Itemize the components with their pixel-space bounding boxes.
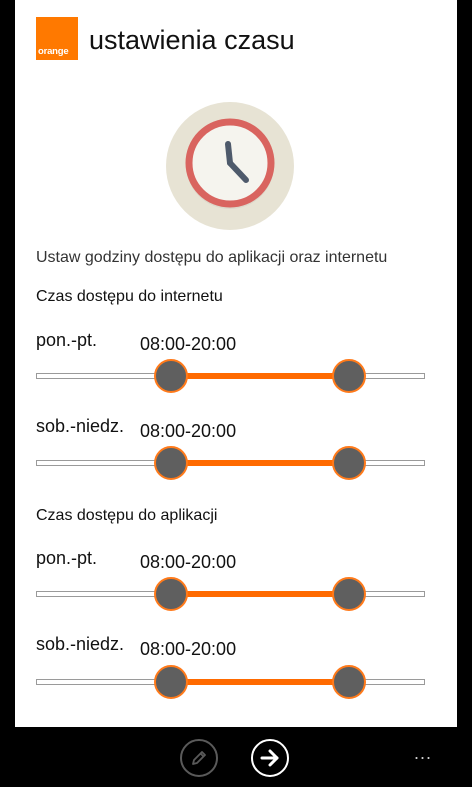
section-title-apps: Czas dostępu do aplikacji (36, 507, 218, 524)
app-bar: ... (0, 727, 472, 787)
day-label: pon.-pt. (36, 330, 98, 350)
slider-start-handle[interactable] (153, 665, 188, 699)
slider-end-handle[interactable] (332, 446, 367, 480)
page-title: ustawienia czasu (89, 25, 295, 55)
time-range-label: 08:00-20:00 (140, 639, 237, 659)
time-range-label: 08:00-20:00 (140, 552, 237, 572)
slider-fill (170, 373, 350, 379)
arrow-right-icon (260, 749, 279, 767)
time-range-slider[interactable] (36, 358, 425, 394)
slider-fill (170, 591, 350, 597)
time-range-slider[interactable] (36, 576, 425, 612)
day-label: sob.-niedz. (36, 634, 125, 654)
time-range-slider[interactable] (36, 664, 425, 700)
slider-start-handle[interactable] (153, 359, 188, 393)
time-range-label: 08:00-20:00 (140, 421, 237, 441)
logo-text: orange (38, 46, 69, 57)
day-label: pon.-pt. (36, 548, 98, 568)
pencil-icon (192, 751, 206, 765)
more-options-button[interactable]: ... (414, 743, 432, 764)
slider-start-handle[interactable] (153, 577, 188, 611)
orange-logo: orange (36, 17, 78, 60)
slider-fill (170, 460, 350, 466)
slider-end-handle[interactable] (332, 359, 367, 393)
edit-button[interactable] (180, 739, 218, 777)
next-button[interactable] (251, 739, 289, 777)
section-title-internet: Czas dostępu do internetu (36, 288, 223, 305)
clock-icon (166, 102, 294, 230)
slider-end-handle[interactable] (332, 577, 367, 611)
day-label: sob.-niedz. (36, 416, 125, 436)
slider-start-handle[interactable] (153, 446, 188, 480)
time-range-slider[interactable] (36, 445, 425, 481)
slider-end-handle[interactable] (332, 665, 367, 699)
time-range-label: 08:00-20:00 (140, 334, 237, 354)
slider-fill (170, 679, 350, 685)
intro-text: Ustaw godziny dostępu do aplikacji oraz … (36, 249, 388, 266)
